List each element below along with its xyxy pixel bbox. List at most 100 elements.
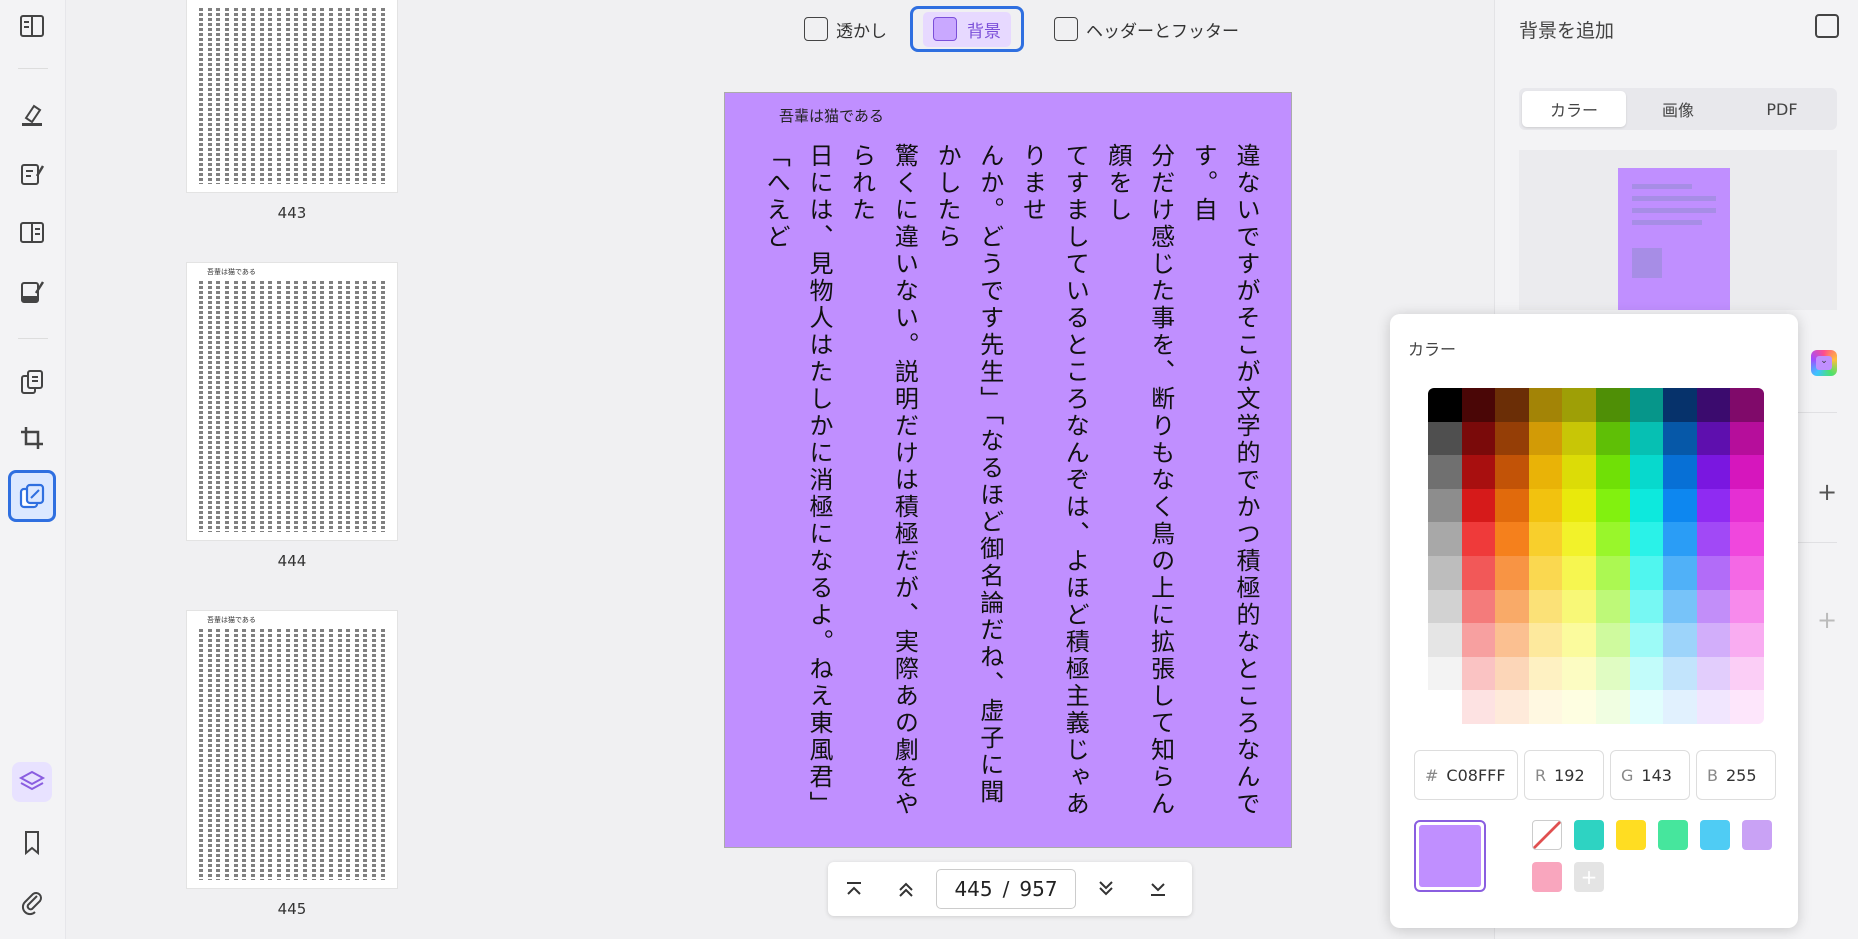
- color-cell[interactable]: [1461, 690, 1496, 724]
- color-cell[interactable]: [1629, 589, 1664, 624]
- color-cell[interactable]: [1461, 522, 1496, 556]
- highlighter-icon[interactable]: [12, 94, 52, 134]
- color-cell[interactable]: [1696, 388, 1731, 422]
- blue-input[interactable]: B 255: [1696, 750, 1776, 800]
- color-cell[interactable]: [1595, 488, 1630, 523]
- page-thumbnail[interactable]: 吾輩は猫である: [187, 611, 397, 888]
- add-icon[interactable]: +: [1817, 606, 1837, 634]
- color-cell[interactable]: [1730, 522, 1764, 556]
- color-cell[interactable]: [1428, 388, 1462, 422]
- preset-color-swatch[interactable]: [1574, 820, 1604, 850]
- preset-color-swatch[interactable]: [1532, 862, 1562, 892]
- color-cell[interactable]: [1495, 589, 1529, 624]
- color-cell[interactable]: [1629, 555, 1664, 590]
- page-number-field[interactable]: 445 / 957: [936, 869, 1076, 909]
- color-cell[interactable]: [1629, 656, 1664, 691]
- form-icon[interactable]: [12, 212, 52, 252]
- color-cell[interactable]: [1461, 589, 1496, 624]
- page-thumbnail[interactable]: [187, 0, 397, 192]
- color-cell[interactable]: [1428, 522, 1462, 556]
- color-cell[interactable]: [1730, 421, 1764, 456]
- color-cell[interactable]: [1562, 690, 1596, 724]
- tab-color[interactable]: カラー: [1522, 91, 1626, 127]
- add-icon[interactable]: +: [1817, 478, 1837, 506]
- color-cell[interactable]: [1696, 690, 1731, 724]
- color-cell[interactable]: [1461, 488, 1496, 523]
- color-cell[interactable]: [1595, 589, 1630, 624]
- color-cell[interactable]: [1696, 555, 1731, 590]
- organize-pages-icon[interactable]: [12, 362, 52, 402]
- color-cell[interactable]: [1730, 623, 1764, 657]
- color-cell[interactable]: [1495, 455, 1529, 489]
- page-thumbnail[interactable]: 吾輩は猫である: [187, 263, 397, 540]
- color-cell[interactable]: [1696, 656, 1731, 691]
- color-cell[interactable]: [1495, 522, 1529, 556]
- color-cell[interactable]: [1595, 690, 1630, 724]
- color-cell[interactable]: [1629, 421, 1664, 456]
- color-cell[interactable]: [1595, 388, 1630, 422]
- preset-color-swatch[interactable]: [1700, 820, 1730, 850]
- color-cell[interactable]: [1562, 656, 1596, 691]
- color-cell[interactable]: [1730, 656, 1764, 691]
- color-cell[interactable]: [1562, 522, 1596, 556]
- color-picker-button[interactable]: ⌄: [1811, 350, 1837, 376]
- color-cell[interactable]: [1595, 555, 1630, 590]
- color-cell[interactable]: [1663, 421, 1697, 456]
- color-cell[interactable]: [1428, 555, 1462, 590]
- color-cell[interactable]: [1696, 522, 1731, 556]
- color-cell[interactable]: [1495, 555, 1529, 590]
- color-cell[interactable]: [1562, 623, 1596, 657]
- attachment-icon[interactable]: [12, 882, 52, 922]
- header-footer-button[interactable]: ヘッダーとフッター: [1054, 6, 1239, 52]
- color-cell[interactable]: [1663, 555, 1697, 590]
- watermark-button[interactable]: 透かし: [804, 6, 887, 52]
- color-cell[interactable]: [1629, 388, 1664, 422]
- color-cell[interactable]: [1730, 589, 1764, 624]
- color-cell[interactable]: [1461, 455, 1496, 489]
- color-cell[interactable]: [1461, 656, 1496, 691]
- color-cell[interactable]: [1428, 656, 1462, 691]
- no-color-swatch[interactable]: [1532, 820, 1562, 850]
- hex-input[interactable]: # C08FFF: [1414, 750, 1518, 800]
- bookmark-icon[interactable]: [12, 822, 52, 862]
- color-cell[interactable]: [1528, 656, 1563, 691]
- collapse-panel-icon[interactable]: [1815, 14, 1839, 38]
- color-cell[interactable]: [1428, 589, 1462, 624]
- color-cell[interactable]: [1495, 623, 1529, 657]
- green-input[interactable]: G 143: [1610, 750, 1690, 800]
- sign-icon[interactable]: [12, 272, 52, 312]
- color-cell[interactable]: [1663, 455, 1697, 489]
- preset-color-swatch[interactable]: [1658, 820, 1688, 850]
- edit-text-icon[interactable]: [12, 154, 52, 194]
- color-cell[interactable]: [1461, 623, 1496, 657]
- color-cell[interactable]: [1461, 388, 1496, 422]
- color-cell[interactable]: [1528, 555, 1563, 590]
- previous-page-button[interactable]: [880, 862, 932, 916]
- document-page[interactable]: 吾輩は猫である 違ないですがそこが文学的でかつ積極的なところなんです。自 分だけ…: [724, 92, 1292, 848]
- color-cell[interactable]: [1696, 455, 1731, 489]
- last-page-button[interactable]: [1132, 862, 1184, 916]
- red-input[interactable]: R 192: [1524, 750, 1604, 800]
- next-page-button[interactable]: [1080, 862, 1132, 916]
- color-cell[interactable]: [1428, 488, 1462, 523]
- preset-color-swatch[interactable]: [1616, 820, 1646, 850]
- color-cell[interactable]: [1562, 555, 1596, 590]
- color-cell[interactable]: [1629, 488, 1664, 523]
- color-cell[interactable]: [1595, 623, 1630, 657]
- color-cell[interactable]: [1730, 690, 1764, 724]
- color-cell[interactable]: [1528, 388, 1563, 422]
- color-cell[interactable]: [1663, 656, 1697, 691]
- color-cell[interactable]: [1663, 589, 1697, 624]
- color-cell[interactable]: [1730, 555, 1764, 590]
- color-cell[interactable]: [1730, 488, 1764, 523]
- color-cell[interactable]: [1562, 488, 1596, 523]
- color-cell[interactable]: [1495, 690, 1529, 724]
- color-cell[interactable]: [1730, 388, 1764, 422]
- color-grid[interactable]: [1428, 388, 1764, 724]
- preset-color-swatch[interactable]: [1742, 820, 1772, 850]
- color-cell[interactable]: [1629, 623, 1664, 657]
- color-cell[interactable]: [1629, 522, 1664, 556]
- add-color-button[interactable]: +: [1574, 862, 1604, 892]
- crop-icon[interactable]: [12, 418, 52, 458]
- color-cell[interactable]: [1495, 656, 1529, 691]
